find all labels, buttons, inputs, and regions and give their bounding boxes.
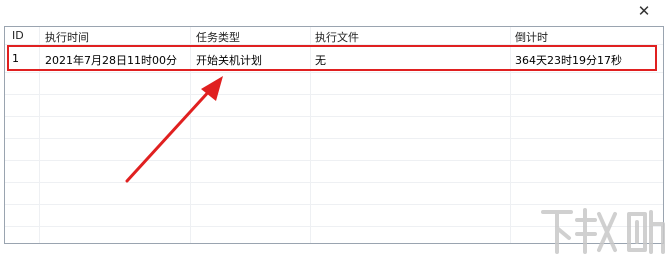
table-header: ID 执行时间 任务类型 执行文件 倒计时 (5, 27, 663, 44)
watermark-logo (541, 208, 665, 254)
cell-countdown: 364天23时19分17秒 (515, 54, 622, 67)
grid-line (5, 182, 663, 183)
column-header-countdown[interactable]: 倒计时 (515, 29, 548, 45)
table-row[interactable]: 1 2021年7月28日11时00分 开始关机计划 无 364天23时19分17… (5, 48, 663, 70)
close-button[interactable]: ✕ (634, 1, 654, 21)
cell-id: 1 (12, 52, 19, 65)
grid-line (5, 116, 663, 117)
column-header-id[interactable]: ID (12, 29, 24, 42)
column-header-file[interactable]: 执行文件 (315, 29, 359, 45)
grid-line (5, 138, 663, 139)
cell-file: 无 (315, 54, 326, 67)
grid-line (5, 94, 663, 95)
close-icon: ✕ (637, 2, 651, 20)
column-header-type[interactable]: 任务类型 (196, 29, 240, 45)
grid-line (5, 72, 663, 73)
cell-time: 2021年7月28日11时00分 (45, 54, 177, 67)
column-header-time[interactable]: 执行时间 (45, 29, 89, 45)
grid-line (5, 160, 663, 161)
cell-type: 开始关机计划 (196, 54, 262, 67)
